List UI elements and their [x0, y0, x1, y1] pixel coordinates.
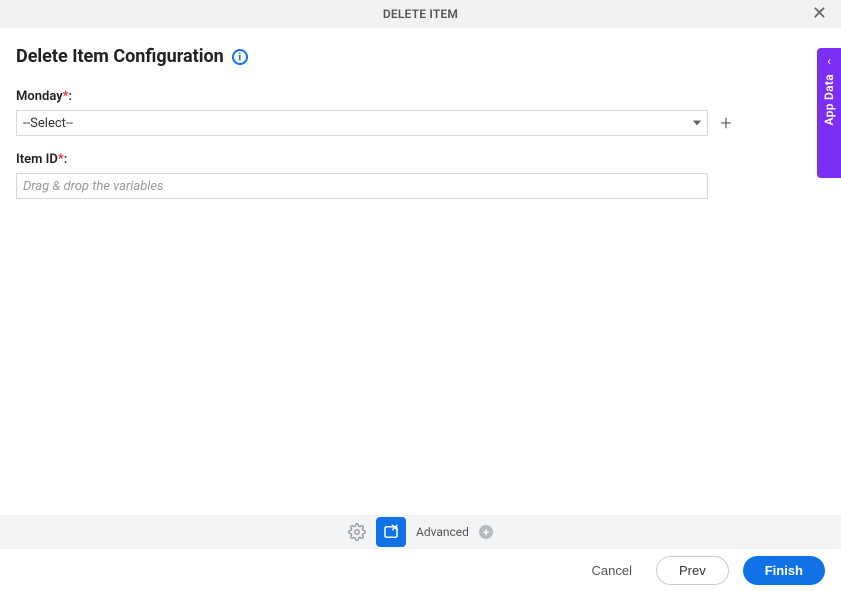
monday-select-value: --Select-- [23, 116, 73, 131]
cancel-button[interactable]: Cancel [582, 557, 642, 584]
gear-icon[interactable] [348, 523, 366, 541]
footer-buttons: Cancel Prev Finish [0, 549, 841, 591]
bottom-toolbar: Advanced + [0, 515, 841, 549]
info-icon[interactable]: i [232, 49, 248, 65]
field-item-id: Item ID*: [16, 152, 825, 199]
page-title: Delete Item Configuration [16, 46, 224, 67]
advanced-add-icon[interactable]: + [479, 525, 493, 539]
advanced-label: Advanced [416, 525, 469, 539]
modal-title: DELETE ITEM [383, 7, 458, 21]
close-icon[interactable]: ✕ [806, 3, 833, 25]
finish-button[interactable]: Finish [743, 556, 825, 585]
prev-button[interactable]: Prev [656, 556, 729, 585]
modal-body: Delete Item Configuration i Monday*: --S… [0, 28, 841, 199]
label-colon: : [69, 89, 73, 104]
add-icon[interactable]: + [716, 113, 736, 133]
window-close-icon[interactable] [376, 517, 406, 547]
monday-select[interactable]: --Select-- [16, 110, 708, 136]
monday-label-text: Monday [16, 89, 63, 104]
modal-header: DELETE ITEM ✕ [0, 0, 841, 28]
app-data-tab[interactable]: ‹ App Data [817, 48, 841, 178]
chevron-left-icon: ‹ [827, 54, 831, 68]
page-title-row: Delete Item Configuration i [16, 46, 825, 67]
item-id-label-text: Item ID [16, 152, 58, 167]
chevron-down-icon [693, 121, 701, 126]
label-colon: : [64, 152, 68, 167]
monday-select-row: --Select-- + [16, 110, 825, 136]
item-id-label: Item ID*: [16, 152, 825, 167]
monday-label: Monday*: [16, 89, 825, 104]
field-monday: Monday*: --Select-- + [16, 89, 825, 136]
item-id-input[interactable] [16, 173, 708, 199]
app-data-tab-label: App Data [822, 74, 836, 125]
